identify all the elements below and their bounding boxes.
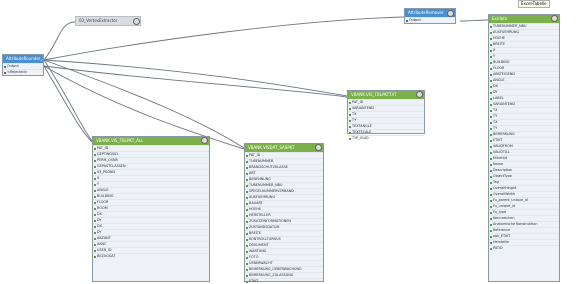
vertex-extractor-title: 03_VertexExtractor: [76, 17, 140, 25]
vis-all-reader-field-list: PAT_ID GEPTINGSID PERM_OSNR GEPASTCLASSEN 03…: [93, 145, 209, 259]
attribute-field[interactable]: ETIKT: [245, 278, 323, 284]
vis-text-reader-field-list: PAT_ID VARIANTEND TX TY TEXTANGLE TEXTSCALE TY…: [348, 99, 424, 141]
gear-icon[interactable]: [551, 15, 558, 22]
excel-writer-field-list: TUBENUMMER_NBU AUSFUEHRUNG HOEHE BREITE X Y BU…: [489, 23, 559, 251]
vis-dat-reader-field-list: PAT_ID TUBENUMMER BRANDSCHUTZKLASSE ART BENE…: [245, 152, 323, 284]
vis-dat-reader-node[interactable]: VBANK.VISDAT_SASPKT PAT_ID TUBENUMMER BRAN…: [244, 143, 324, 284]
excel-writer-title: Ex/data: [489, 15, 559, 23]
vis-all-reader-title: VBANK.VIS_TBLPKT_ALL: [93, 137, 209, 145]
gear-icon[interactable]: [133, 18, 140, 25]
attribute-rounder-node[interactable]: AttributeRounder_2 Output <Rejected>: [2, 54, 44, 76]
vis-dat-reader-title: VBANK.VISDAT_SASPKT: [245, 144, 323, 152]
tooltip-label: Excel-Tabelle: [518, 0, 550, 8]
attribute-rounder-title: AttributeRounder_2: [3, 55, 43, 63]
gear-icon[interactable]: [447, 10, 454, 17]
gear-icon[interactable]: [315, 144, 322, 151]
attribute-field[interactable]: PATID: [489, 245, 559, 251]
workspace-canvas[interactable]: Excel-Tabelle 03_VertexExtractor Attribu…: [0, 0, 578, 284]
vertex-extractor-node[interactable]: 03_VertexExtractor: [75, 16, 141, 26]
vis-text-reader-title: VBANK.VIS_TBLPKTTXT: [348, 91, 424, 99]
attribute-remover-output-port[interactable]: Output: [405, 17, 455, 23]
vis-all-reader-node[interactable]: VBANK.VIS_TBLPKT_ALL PAT_ID GEPTINGSID PER…: [92, 136, 210, 282]
rejected-port[interactable]: <Rejected>: [3, 69, 43, 75]
gear-icon[interactable]: [201, 137, 208, 144]
gear-icon[interactable]: [416, 91, 423, 98]
vis-text-reader-node[interactable]: VBANK.VIS_TBLPKTTXT PAT_ID VARIANTEND TX TY…: [347, 90, 425, 140]
attribute-field[interactable]: BEZUGSAT: [93, 253, 209, 259]
attribute-field[interactable]: TYP_GUID: [348, 135, 424, 141]
excel-writer-node[interactable]: Ex/data TUBENUMMER_NBU AUSFUEHRUNG HOEHE BR…: [488, 14, 560, 282]
